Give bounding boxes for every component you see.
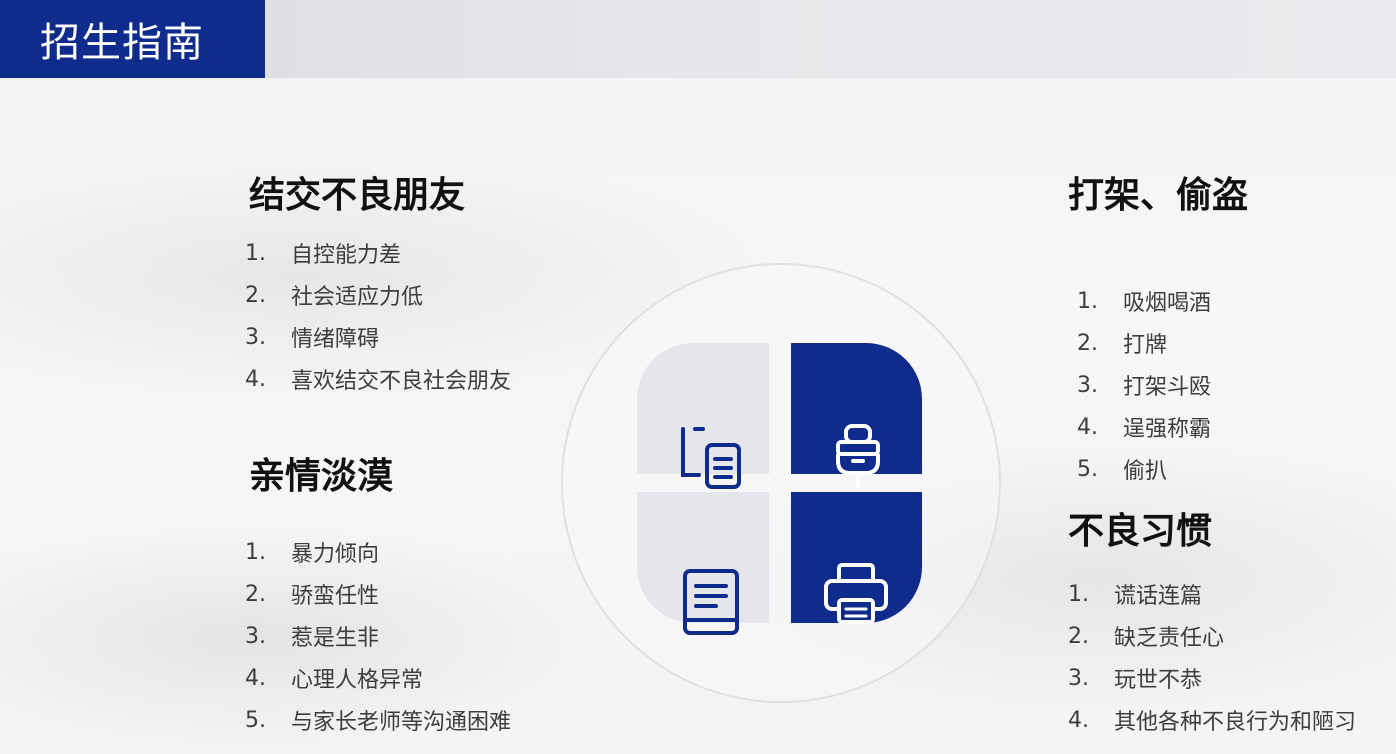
list-item: 4. 其他各种不良行为和陋习 [1068,707,1357,736]
section-heading-fighting: 打架、偷盗 [1068,175,1249,216]
center-circle [561,263,1001,703]
section-heading-habits: 不良习惯 [1068,511,1213,552]
list-item: 2. 社会适应力低 [245,282,424,311]
list-item: 2. 缺乏责任心 [1068,623,1225,652]
list-item: 3. 打架斗殴 [1077,372,1212,401]
page-title: 招生指南 [40,20,204,66]
list-item: 2. 骄蛮任性 [245,581,380,610]
copy-document-icon [681,427,741,489]
title-banner: 招生指南 [0,0,265,78]
printer-icon [824,563,888,624]
plug-icon [836,424,880,488]
list-item: 3. 情绪障碍 [245,324,380,353]
list-item: 3. 惹是生非 [245,623,380,652]
section-heading-friends: 结交不良朋友 [249,175,466,216]
list-friends: 1. 自控能力差 2. 社会适应力低 3. 情绪障碍 4. 喜欢结交不良社会朋友 [245,232,511,400]
list-fighting: 1. 吸烟喝酒 2. 打牌 3. 打架斗殴 4. 逞强称霸 5. 偷扒 [1077,280,1211,490]
list-item: 5. 偷扒 [1077,456,1168,485]
list-item: 2. 打牌 [1077,330,1168,359]
list-item: 4. 逞强称霸 [1077,414,1212,443]
list-item: 1. 暴力倾向 [245,539,380,568]
list-family: 1. 暴力倾向 2. 骄蛮任性 3. 惹是生非 4. 心理人格异常 5. 与家长老师等沟通… [245,531,511,741]
list-item: 1. 谎话连篇 [1068,581,1203,610]
list-item: 1. 吸烟喝酒 [1077,288,1212,317]
tile-bottom-left [637,492,769,635]
book-icon [683,569,739,635]
list-item: 4. 心理人格异常 [245,665,424,694]
list-habits: 1. 谎话连篇 2. 缺乏责任心 3. 玩世不恭 4. 其他各种不良行为和陋习 [1068,573,1356,741]
list-item: 4. 喜欢结交不良社会朋友 [245,366,512,395]
list-item: 3. 玩世不恭 [1068,665,1203,694]
tile-bottom-right [791,492,922,624]
list-item: 1. 自控能力差 [245,240,402,269]
tile-top-right [791,343,922,488]
section-heading-family: 亲情淡漠 [249,456,394,497]
tile-top-left [637,343,769,489]
list-item: 5. 与家长老师等沟通困难 [245,707,512,736]
